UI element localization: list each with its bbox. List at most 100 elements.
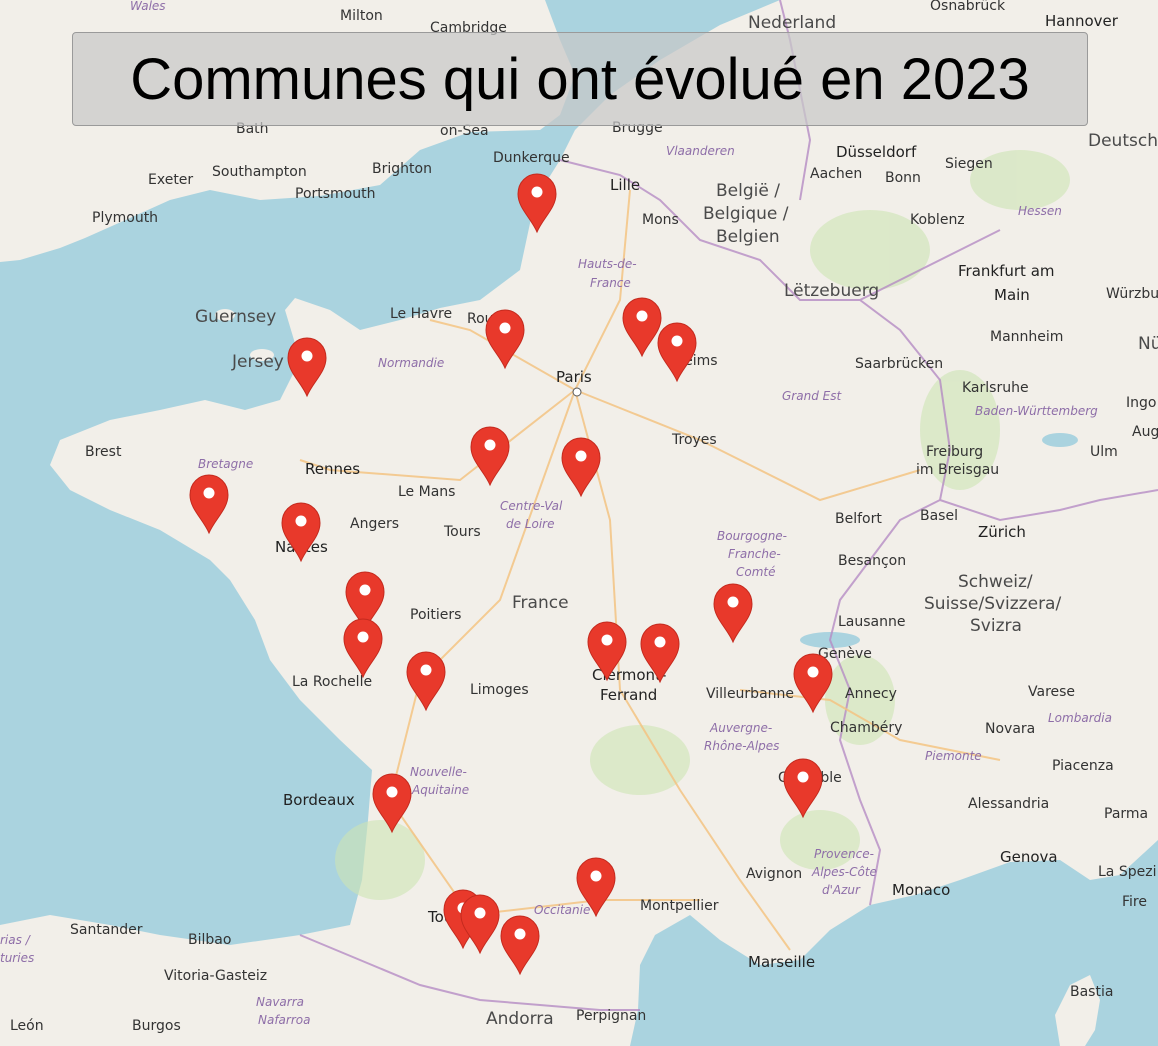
label-deutsch: Deutsch: [1088, 131, 1158, 151]
label-svizra: Svizra: [970, 616, 1022, 636]
label-vitoria: Vitoria-Gasteiz: [164, 968, 267, 984]
label-andorra: Andorra: [486, 1009, 554, 1029]
label-troyes: Troyes: [671, 432, 717, 448]
label-freiburg: Freiburg: [926, 444, 983, 460]
label-montpellier: Montpellier: [640, 898, 719, 914]
label-rennes: Rennes: [305, 460, 360, 478]
label-imbreisgau: im Breisgau: [916, 462, 999, 478]
label-lausanne: Lausanne: [838, 614, 905, 630]
label-laspezi: La Spezi: [1098, 864, 1156, 880]
label-nu: Nü: [1138, 334, 1158, 354]
label-limoges: Limoges: [470, 682, 529, 698]
label-belgique: Belgique /: [703, 204, 789, 224]
label-aachen: Aachen: [810, 166, 862, 182]
label-zurich: Zürich: [978, 523, 1026, 541]
map-title-box: Communes qui ont évolué en 2023: [72, 32, 1088, 126]
label-novara: Novara: [985, 721, 1035, 737]
label-bourgogne: Bourgogne-: [717, 529, 787, 543]
label-tours: Tours: [443, 524, 481, 540]
label-brighton: Brighton: [372, 161, 432, 177]
lake-constance: [1042, 433, 1078, 447]
label-guernsey: Guernsey: [195, 307, 276, 327]
label-ingo: Ingo: [1126, 395, 1156, 411]
label-siegen: Siegen: [945, 156, 993, 172]
label-perpignan: Perpignan: [576, 1008, 646, 1024]
label-suisse: Suisse/Svizzera/: [924, 594, 1061, 614]
map-title: Communes qui ont évolué en 2023: [130, 46, 1030, 112]
label-angers: Angers: [350, 516, 399, 532]
label-hautsde: Hauts-de-: [578, 257, 637, 271]
label-besancon: Besançon: [838, 553, 906, 569]
label-franche: Franche-: [728, 547, 781, 561]
label-bastia: Bastia: [1070, 984, 1113, 1000]
map-background[interactable]: Wales Milton Cambridge Nederland Osnabrü…: [0, 0, 1158, 1046]
label-chambery: Chambéry: [830, 720, 902, 736]
label-nafarroa: Nafarroa: [258, 1013, 310, 1027]
label-alessandria: Alessandria: [968, 796, 1049, 812]
label-dusseldorf: Düsseldorf: [836, 143, 917, 161]
label-paris: Paris: [556, 368, 592, 386]
label-alpescote: Alpes-Côte: [811, 865, 877, 879]
label-occitanie: Occitanie: [534, 903, 590, 917]
label-bilbao: Bilbao: [188, 932, 231, 948]
label-nouvelle: Nouvelle-: [410, 765, 467, 779]
label-poitiers: Poitiers: [410, 607, 461, 623]
label-milton: Milton: [340, 8, 383, 24]
label-bonn: Bonn: [885, 170, 921, 186]
label-vlaanderen: Vlaanderen: [666, 144, 735, 158]
label-schweiz: Schweiz/: [958, 572, 1033, 592]
label-navarra: Navarra: [256, 995, 304, 1009]
label-turies: turies: [0, 951, 34, 965]
label-lemans: Le Mans: [398, 484, 455, 500]
label-auvergne: Auvergne-: [709, 721, 772, 735]
label-portsmouth: Portsmouth: [295, 186, 376, 202]
label-leon: León: [10, 1018, 44, 1034]
label-letzebuerg: Lëtzebuerg: [784, 281, 879, 301]
label-centrevdl: Centre-Val: [500, 499, 563, 513]
label-larochelle: La Rochelle: [292, 674, 372, 690]
label-hessen: Hessen: [1018, 204, 1062, 218]
label-koblenz: Koblenz: [910, 212, 965, 228]
label-basel: Basel: [920, 508, 958, 524]
label-bordeaux: Bordeaux: [283, 791, 355, 809]
label-genova: Genova: [1000, 848, 1058, 866]
label-wales: Wales: [130, 0, 166, 13]
label-plymouth: Plymouth: [92, 210, 158, 226]
label-southampton: Southampton: [212, 164, 307, 180]
label-comte: Comté: [736, 565, 776, 579]
label-bretagne: Bretagne: [198, 457, 253, 471]
city-dots: [572, 387, 582, 397]
label-piemonte: Piemonte: [925, 749, 982, 763]
label-deloire: de Loire: [506, 517, 555, 531]
label-dunkerque: Dunkerque: [493, 150, 570, 166]
label-jersey: Jersey: [231, 352, 284, 372]
label-brest: Brest: [85, 444, 122, 460]
label-mons: Mons: [642, 212, 679, 228]
label-france: France: [512, 593, 569, 613]
label-normandie: Normandie: [378, 356, 444, 370]
label-rhonealpes: Rhône-Alpes: [704, 739, 779, 753]
label-fire: Fire: [1122, 894, 1147, 910]
label-wurzbu: Würzbu: [1106, 286, 1158, 302]
label-badenw: Baden-Württemberg: [975, 404, 1098, 418]
label-aquitaine: Aquitaine: [411, 783, 469, 797]
label-lille: Lille: [610, 176, 640, 194]
label-ferrand: Ferrand: [600, 686, 657, 704]
label-saarbrucken: Saarbrücken: [855, 356, 943, 372]
label-belgie: België /: [716, 181, 780, 201]
label-karlsruhe: Karlsruhe: [962, 380, 1029, 396]
label-lehavre: Le Havre: [390, 306, 452, 322]
label-provence: Provence-: [814, 847, 874, 861]
label-aug: Aug: [1132, 424, 1158, 440]
label-francereg: France: [590, 276, 631, 290]
label-parma: Parma: [1104, 806, 1148, 822]
label-ulm: Ulm: [1090, 444, 1118, 460]
label-lombardia: Lombardia: [1048, 711, 1112, 725]
label-avignon: Avignon: [746, 866, 802, 882]
label-hannover: Hannover: [1045, 12, 1119, 30]
label-varese: Varese: [1028, 684, 1075, 700]
label-piacenza: Piacenza: [1052, 758, 1114, 774]
label-osnabruck: Osnabrück: [930, 0, 1006, 14]
label-rias: rias /: [0, 933, 32, 947]
label-exeter: Exeter: [148, 172, 193, 188]
